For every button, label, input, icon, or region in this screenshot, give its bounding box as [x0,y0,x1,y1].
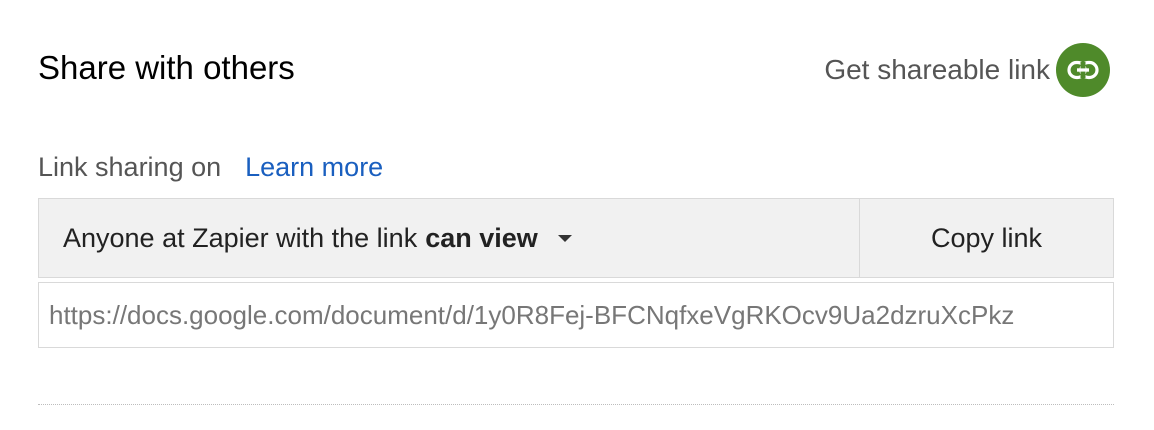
access-level: can view [425,222,538,253]
link-access-controls: Anyone at Zapier with the link can view … [38,198,1114,278]
access-prefix: Anyone at Zapier with the link [63,222,418,253]
link-sharing-status: Link sharing on [38,152,222,182]
get-shareable-link-button[interactable]: Get shareable link [824,43,1110,97]
get-shareable-link-label: Get shareable link [824,54,1050,85]
dialog-title: Share with others [38,49,295,86]
section-divider [38,404,1114,405]
chevron-down-icon [557,234,572,242]
link-icon[interactable] [1056,43,1110,97]
share-url-field[interactable] [38,282,1114,348]
learn-more-link[interactable]: Learn more [245,150,383,184]
copy-link-button[interactable]: Copy link [860,199,1113,277]
share-dialog: Share with others Get shareable link Lin… [0,0,1154,430]
access-level-dropdown[interactable]: Anyone at Zapier with the link can view [39,199,860,277]
link-sharing-status-row: Link sharing on Learn more [38,150,383,184]
